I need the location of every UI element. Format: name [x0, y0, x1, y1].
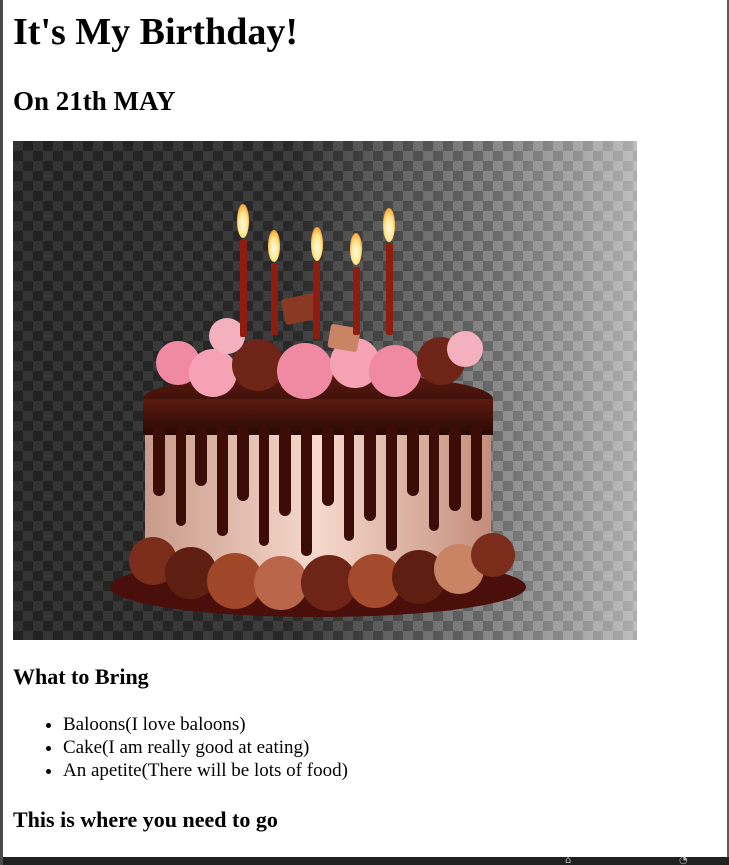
list-item: An apetite(There will be lots of food): [63, 759, 348, 782]
taskbar-app-icon[interactable]: ⌂: [565, 856, 571, 865]
directions-title: This is where you need to go: [13, 807, 278, 832]
event-date: On 21th MAY: [13, 86, 176, 116]
chocolate-band: [143, 399, 493, 435]
taskbar: ⌂ ◔: [3, 856, 729, 865]
cake-image: [13, 141, 637, 640]
list-item: Cake(I am really good at eating): [63, 736, 348, 759]
page-title: It's My Birthday!: [13, 11, 298, 53]
taskbar-status-icon[interactable]: ◔: [679, 856, 688, 865]
bring-list: Baloons(I love baloons) Cake(I am really…: [13, 713, 348, 782]
list-item: Baloons(I love baloons): [63, 713, 348, 736]
page-header: It's My Birthday! On 21th MAY: [13, 0, 727, 116]
cake-illustration: [110, 204, 526, 617]
bring-section-title: What to Bring: [13, 664, 149, 689]
candle-flames: [237, 204, 395, 265]
browser-frame: It's My Birthday! On 21th MAY What to Br…: [0, 0, 729, 865]
